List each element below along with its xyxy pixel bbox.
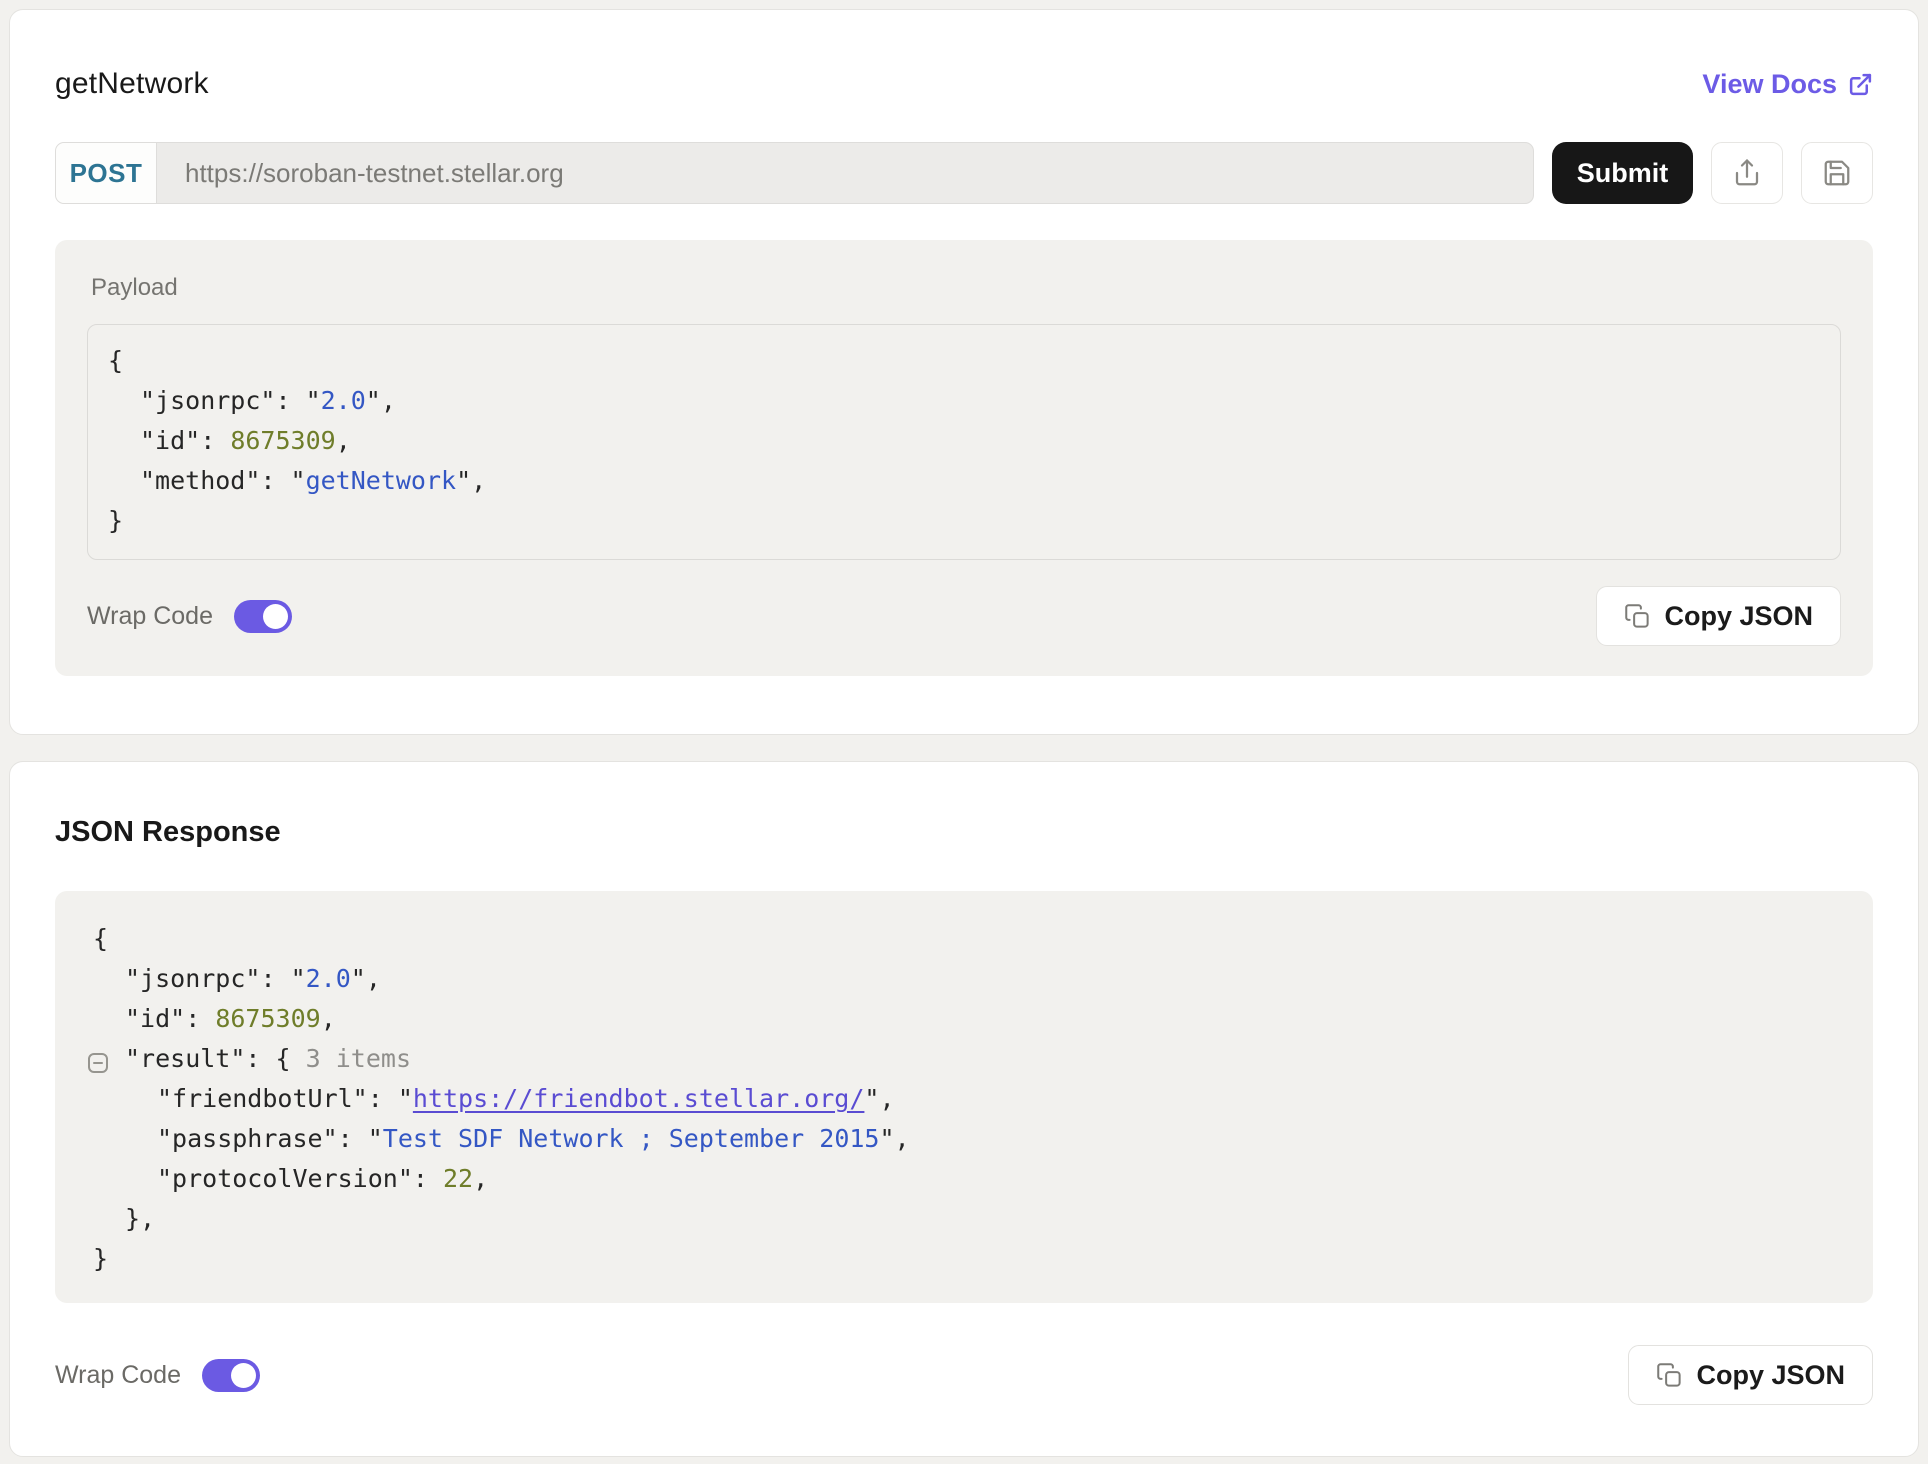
code-token: : " — [260, 466, 305, 495]
code-line: } — [88, 501, 1816, 541]
code-line: "protocolVersion": 22, — [55, 1159, 1843, 1199]
code-token: ", — [456, 466, 486, 495]
code-token: : " — [338, 1124, 383, 1153]
code-token: "jsonrpc" — [140, 386, 275, 415]
code-token: Test SDF Network ; September 2015 — [383, 1124, 880, 1153]
payload-footer: Wrap Code Copy JSON — [87, 586, 1841, 646]
code-token: , — [336, 426, 351, 455]
copy-json-button[interactable]: Copy JSON — [1628, 1345, 1873, 1405]
collapse-minus-icon[interactable] — [86, 1047, 110, 1071]
endpoint-url-input[interactable] — [157, 143, 1533, 203]
copy-json-button[interactable]: Copy JSON — [1596, 586, 1841, 646]
code-token: 22 — [443, 1164, 473, 1193]
code-token: : { — [245, 1044, 305, 1073]
code-token: , — [321, 1004, 336, 1033]
code-line: "method": "getNetwork", — [88, 461, 1816, 501]
page-title: getNetwork — [55, 67, 209, 101]
code-token: } — [108, 506, 123, 535]
code-line: { — [88, 341, 1816, 381]
copy-json-label: Copy JSON — [1664, 601, 1813, 632]
code-token: : " — [275, 386, 320, 415]
wrap-code-control: Wrap Code — [87, 600, 292, 633]
code-line: "id": 8675309, — [88, 421, 1816, 461]
code-token: , — [473, 1164, 488, 1193]
response-card: JSON Response {"jsonrpc": "2.0","id": 86… — [9, 761, 1919, 1457]
code-token: 2.0 — [321, 386, 366, 415]
code-token: "id" — [140, 426, 200, 455]
wrap-code-label: Wrap Code — [55, 1361, 181, 1390]
code-token: "friendbotUrl" — [157, 1084, 368, 1113]
response-json-viewer: {"jsonrpc": "2.0","id": 8675309,"result"… — [55, 891, 1873, 1303]
payload-label: Payload — [87, 274, 1841, 302]
request-row: POST Submit — [55, 142, 1873, 204]
code-token: : " — [260, 964, 305, 993]
share-request-button[interactable] — [1711, 142, 1783, 204]
code-token: getNetwork — [306, 466, 457, 495]
code-token: 2.0 — [306, 964, 351, 993]
code-line: "friendbotUrl": "https://friendbot.stell… — [55, 1079, 1843, 1119]
endpoint-url-group: POST — [55, 142, 1534, 204]
save-request-button[interactable] — [1801, 142, 1873, 204]
code-token: { — [108, 346, 123, 375]
code-line: { — [55, 919, 1843, 959]
code-token: 3 items — [306, 1044, 411, 1073]
view-docs-label: View Docs — [1702, 69, 1837, 100]
code-token: ", — [351, 964, 381, 993]
external-link-icon — [1848, 72, 1873, 97]
code-token: ", — [864, 1084, 894, 1113]
code-token: : " — [368, 1084, 413, 1113]
payload-section: Payload {"jsonrpc": "2.0","id": 8675309,… — [55, 240, 1873, 676]
request-card-header: getNetwork View Docs — [55, 64, 1873, 104]
code-token: "protocolVersion" — [157, 1164, 413, 1193]
code-token: : — [185, 1004, 215, 1033]
code-line: } — [55, 1239, 1843, 1279]
code-token: "id" — [125, 1004, 185, 1033]
code-token: "passphrase" — [157, 1124, 338, 1153]
payload-code-editor[interactable]: {"jsonrpc": "2.0","id": 8675309,"method"… — [87, 324, 1841, 560]
code-token: "method" — [140, 466, 260, 495]
code-token: 8675309 — [230, 426, 335, 455]
response-heading: JSON Response — [55, 816, 1873, 849]
code-token: : — [413, 1164, 443, 1193]
wrap-code-control: Wrap Code — [55, 1359, 260, 1392]
code-token: ", — [879, 1124, 909, 1153]
code-line: }, — [55, 1199, 1843, 1239]
json-value-link[interactable]: https://friendbot.stellar.org/ — [413, 1084, 865, 1113]
wrap-code-label: Wrap Code — [87, 602, 213, 631]
code-token: { — [93, 924, 108, 953]
copy-icon — [1656, 1362, 1683, 1389]
code-line: "jsonrpc": "2.0", — [55, 959, 1843, 999]
code-line: "passphrase": "Test SDF Network ; Septem… — [55, 1119, 1843, 1159]
upload-icon — [1732, 158, 1762, 188]
toggle-knob — [231, 1363, 256, 1388]
wrap-code-toggle[interactable] — [234, 600, 292, 633]
code-token: "jsonrpc" — [125, 964, 260, 993]
toggle-knob — [263, 604, 288, 629]
copy-icon — [1624, 603, 1651, 630]
code-token: ", — [366, 386, 396, 415]
response-footer: Wrap Code Copy JSON — [55, 1345, 1873, 1405]
http-method-badge: POST — [56, 143, 157, 203]
request-card: getNetwork View Docs POST Submit — [9, 9, 1919, 735]
code-line: "result": { 3 items — [55, 1039, 1843, 1079]
code-token: : — [200, 426, 230, 455]
code-token: }, — [125, 1204, 155, 1233]
code-token: "result" — [125, 1044, 245, 1073]
save-icon — [1822, 158, 1852, 188]
code-token: } — [93, 1244, 108, 1273]
code-line: "id": 8675309, — [55, 999, 1843, 1039]
wrap-code-toggle[interactable] — [202, 1359, 260, 1392]
code-line: "jsonrpc": "2.0", — [88, 381, 1816, 421]
copy-json-label: Copy JSON — [1696, 1360, 1845, 1391]
view-docs-link[interactable]: View Docs — [1702, 69, 1873, 100]
code-token: 8675309 — [215, 1004, 320, 1033]
submit-button[interactable]: Submit — [1552, 142, 1693, 204]
